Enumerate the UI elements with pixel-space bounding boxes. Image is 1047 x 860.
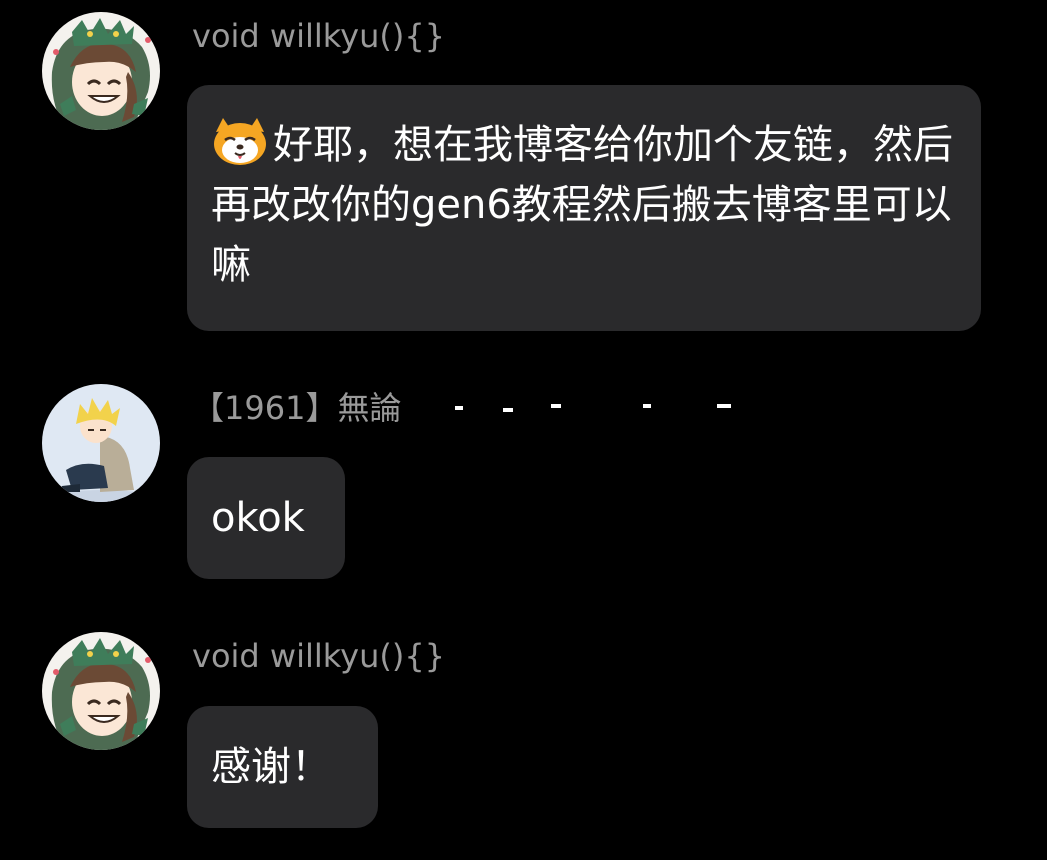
chat-thread: void willkyu(){} 好耶，想在我博客给你加个友链，然后再改改你的g… [0,0,1047,860]
blonde-boy-avatar-icon [42,384,160,502]
avatar[interactable] [42,632,160,750]
sender-name: void willkyu(){} [192,17,446,55]
message-bubble[interactable]: 感谢！ [187,706,378,828]
avatar[interactable] [42,384,160,502]
avatar[interactable] [42,12,160,130]
message-bubble[interactable]: 好耶，想在我博客给你加个友链，然后再改改你的gen6教程然后搬去博客里可以嘛 [187,85,981,331]
message-text: 感谢！ [211,744,331,790]
redaction-mark-icon [455,404,731,412]
sender-name: 【1961】無論 [192,389,402,427]
anime-character-avatar-icon [42,12,160,130]
dog-face-emoji-icon [211,116,269,166]
sender-name: void willkyu(){} [192,637,446,675]
message-text: 好耶，想在我博客给你加个友链，然后再改改你的gen6教程然后搬去博客里可以嘛 [211,115,957,295]
anime-character-avatar-icon [42,632,160,750]
message-text: okok [211,495,305,541]
message-bubble[interactable]: okok [187,457,345,579]
